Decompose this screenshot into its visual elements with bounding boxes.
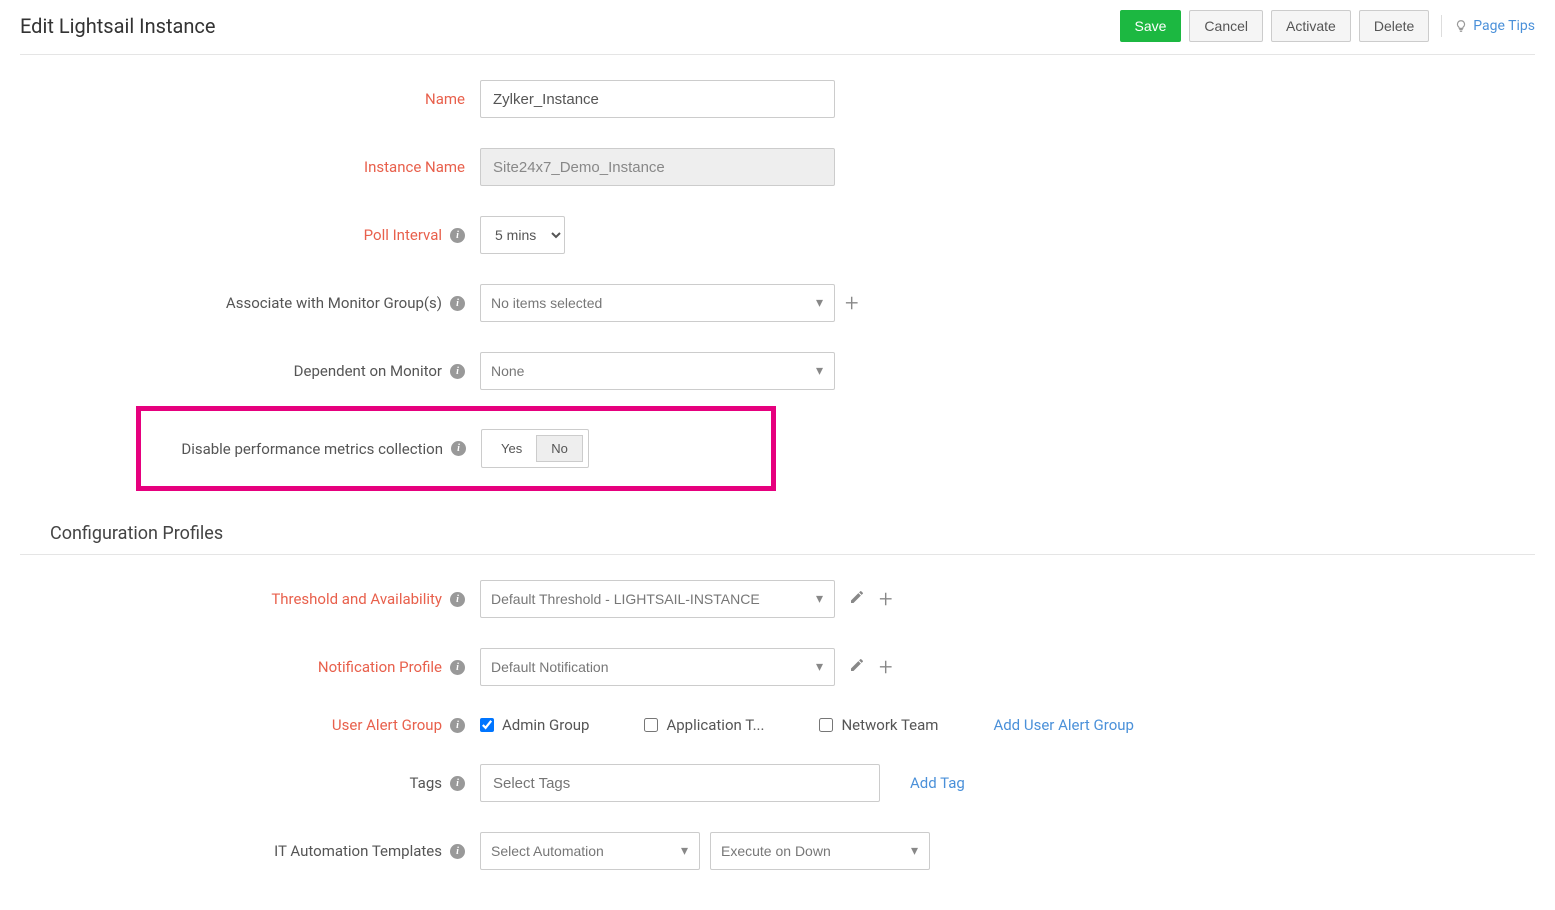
poll-interval-select[interactable]: 5 mins [480, 216, 565, 254]
page-tips-link[interactable]: Page Tips [1454, 18, 1535, 34]
cancel-button[interactable]: Cancel [1189, 10, 1263, 42]
label-dependent: Dependent on Monitor i [20, 362, 480, 380]
info-icon[interactable]: i [451, 441, 466, 456]
header-actions: Save Cancel Activate Delete Page Tips [1120, 10, 1536, 42]
add-notification-icon[interactable]: + [879, 655, 893, 679]
add-monitor-group-icon[interactable]: + [845, 291, 859, 315]
edit-notification-icon[interactable] [845, 657, 869, 678]
label-notification: Notification Profile i [20, 658, 480, 676]
info-icon[interactable]: i [450, 718, 465, 733]
disable-perf-toggle: Yes No [481, 429, 589, 468]
section-config-profiles: Configuration Profiles [20, 513, 1535, 555]
row-instance-name: Instance Name [20, 148, 1535, 186]
row-poll-interval: Poll Interval i 5 mins [20, 216, 1535, 254]
add-threshold-icon[interactable]: + [879, 587, 893, 611]
threshold-select[interactable]: Default Threshold - LIGHTSAIL-INSTANCE [480, 580, 835, 618]
name-input[interactable] [480, 80, 835, 118]
checkbox-network-input[interactable] [819, 718, 833, 732]
row-name: Name [20, 80, 1535, 118]
label-disable-perf: Disable performance metrics collection i [141, 440, 481, 458]
label-user-alert: User Alert Group i [20, 716, 480, 734]
row-dependent: Dependent on Monitor i None [20, 352, 1535, 390]
info-icon[interactable]: i [450, 592, 465, 607]
label-monitor-group: Associate with Monitor Group(s) i [20, 294, 480, 312]
checkbox-network[interactable]: Network Team [819, 716, 938, 734]
user-alert-checkboxes: Admin Group Application T... Network Tea… [480, 716, 1134, 734]
label-instance-name: Instance Name [20, 158, 480, 176]
divider [1441, 15, 1442, 37]
activate-button[interactable]: Activate [1271, 10, 1351, 42]
row-monitor-group: Associate with Monitor Group(s) i No ite… [20, 284, 1535, 322]
checkbox-admin-group[interactable]: Admin Group [480, 716, 589, 734]
info-icon[interactable]: i [450, 776, 465, 791]
label-name: Name [20, 90, 480, 108]
row-notification: Notification Profile i Default Notificat… [20, 648, 1535, 686]
row-threshold: Threshold and Availability i Default Thr… [20, 580, 1535, 618]
execute-on-select[interactable]: Execute on Down [710, 832, 930, 870]
dependent-monitor-select[interactable]: None [480, 352, 835, 390]
add-tag-link[interactable]: Add Tag [910, 774, 965, 792]
label-threshold: Threshold and Availability i [20, 590, 480, 608]
row-user-alert: User Alert Group i Admin Group Applicati… [20, 716, 1535, 734]
form-container: Name Instance Name Poll Interval i 5 min… [20, 55, 1535, 870]
label-poll-interval: Poll Interval i [20, 226, 480, 244]
checkbox-application[interactable]: Application T... [644, 716, 764, 734]
monitor-group-select[interactable]: No items selected [480, 284, 835, 322]
highlight-disable-perf: Disable performance metrics collection i… [136, 406, 776, 491]
automation-select[interactable]: Select Automation [480, 832, 700, 870]
checkbox-admin-input[interactable] [480, 718, 494, 732]
row-disable-perf: Disable performance metrics collection i… [141, 429, 771, 468]
save-button[interactable]: Save [1120, 10, 1182, 42]
tags-input[interactable] [480, 764, 880, 802]
info-icon[interactable]: i [450, 228, 465, 243]
notification-select[interactable]: Default Notification [480, 648, 835, 686]
row-tags: Tags i Add Tag [20, 764, 1535, 802]
label-it-automation: IT Automation Templates i [20, 842, 480, 860]
page-tips-label: Page Tips [1473, 18, 1535, 34]
edit-threshold-icon[interactable] [845, 589, 869, 610]
bulb-icon [1454, 19, 1468, 33]
toggle-no-button[interactable]: No [536, 435, 583, 462]
delete-button[interactable]: Delete [1359, 10, 1429, 42]
instance-name-input [480, 148, 835, 186]
info-icon[interactable]: i [450, 844, 465, 859]
checkbox-application-input[interactable] [644, 718, 658, 732]
page-header: Edit Lightsail Instance Save Cancel Acti… [20, 10, 1535, 55]
toggle-yes-button[interactable]: Yes [487, 435, 536, 462]
info-icon[interactable]: i [450, 660, 465, 675]
page-title: Edit Lightsail Instance [20, 14, 216, 38]
info-icon[interactable]: i [450, 364, 465, 379]
add-user-alert-link[interactable]: Add User Alert Group [993, 716, 1134, 734]
row-it-automation: IT Automation Templates i Select Automat… [20, 832, 1535, 870]
info-icon[interactable]: i [450, 296, 465, 311]
label-tags: Tags i [20, 774, 480, 792]
